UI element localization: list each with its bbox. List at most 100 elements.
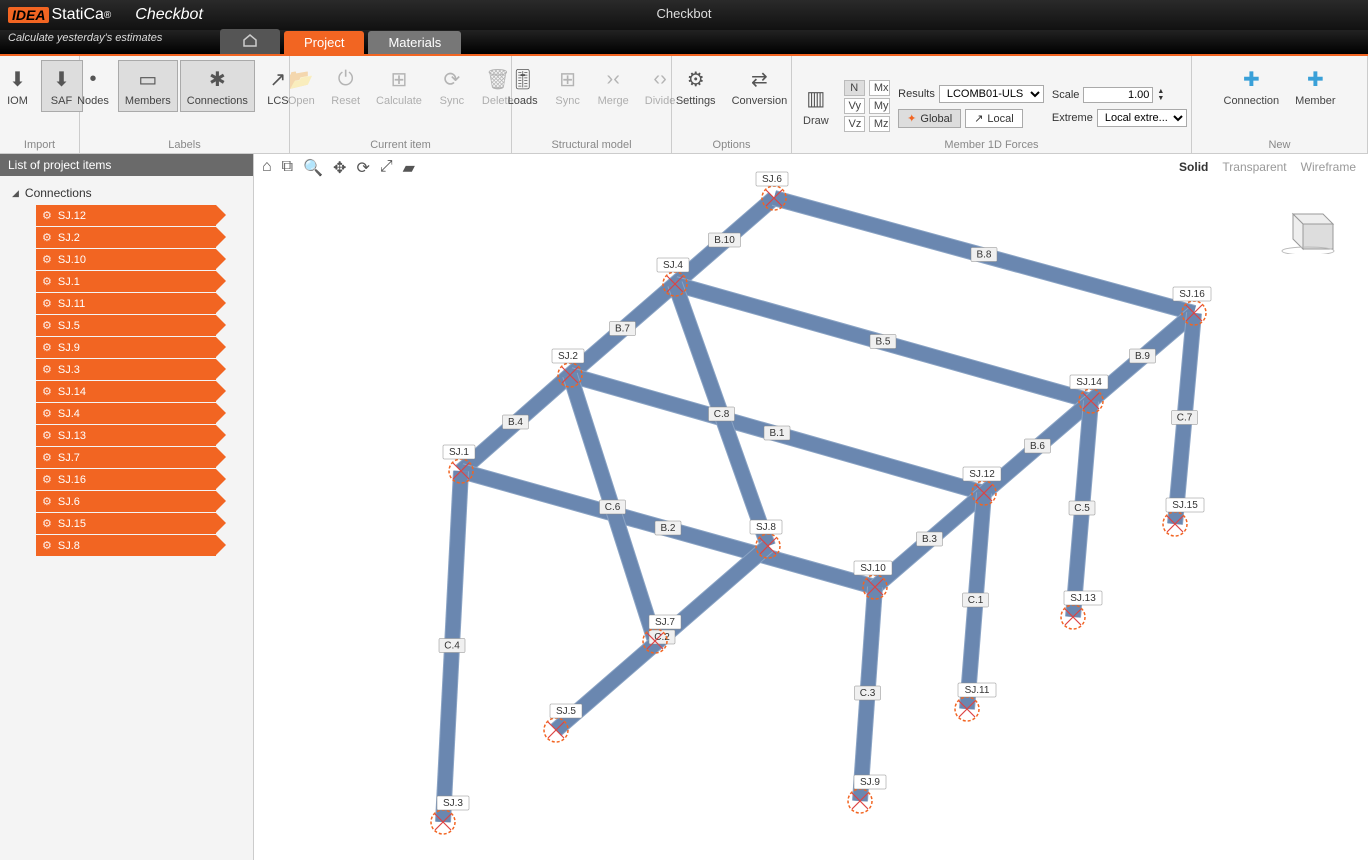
scale-down[interactable]: ▼ <box>1157 95 1164 102</box>
svg-text:B.3: B.3 <box>922 534 937 545</box>
axes-icon: ↗ <box>974 112 983 125</box>
local-toggle[interactable]: ↗Local <box>965 109 1023 128</box>
sidebar-title: List of project items <box>0 154 253 176</box>
gear-icon: ⚙ <box>42 319 52 332</box>
connection-item[interactable]: ⚙SJ.9 <box>36 337 216 358</box>
connection-item[interactable]: ⚙SJ.1 <box>36 271 216 292</box>
home-icon <box>242 33 258 47</box>
connection-item[interactable]: ⚙SJ.12 <box>36 205 216 226</box>
node-icon: • <box>79 65 107 93</box>
connection-item[interactable]: ⚙SJ.16 <box>36 469 216 490</box>
pan-icon[interactable]: ✥ <box>333 158 346 178</box>
gear-icon: ⚙ <box>42 253 52 266</box>
connection-item[interactable]: ⚙SJ.11 <box>36 293 216 314</box>
connection-item[interactable]: ⚙SJ.4 <box>36 403 216 424</box>
tagline: Calculate yesterday's estimates <box>8 32 162 44</box>
scale-input[interactable] <box>1083 87 1153 103</box>
gear-icon: ⚙ <box>42 341 52 354</box>
calculate-button: ⊞Calculate <box>369 60 429 112</box>
svg-text:SJ.6: SJ.6 <box>762 174 782 185</box>
gear-icon: ⚙ <box>42 429 52 442</box>
mode-wireframe[interactable]: Wireframe <box>1301 160 1356 174</box>
connection-item[interactable]: ⚙SJ.10 <box>36 249 216 270</box>
settings-button[interactable]: ⚙Settings <box>669 60 723 112</box>
results-label: Results <box>898 88 935 100</box>
nodes-button[interactable]: •Nodes <box>70 60 116 112</box>
svg-text:C.4: C.4 <box>444 641 460 652</box>
viewport-3d[interactable]: ⌂ ⧉ 🔍 ✥ ⟳ ⤢ ▰ Solid Transparent Wirefram… <box>254 154 1368 860</box>
conversion-button[interactable]: ⇄Conversion <box>725 60 795 112</box>
connection-item[interactable]: ⚙SJ.6 <box>36 491 216 512</box>
connection-item[interactable]: ⚙SJ.13 <box>36 425 216 446</box>
connection-item[interactable]: ⚙SJ.2 <box>36 227 216 248</box>
draw-button[interactable]: ▥Draw <box>796 80 835 132</box>
svg-text:C.6: C.6 <box>605 502 621 513</box>
reset-button: ⏻Reset <box>324 60 367 112</box>
svg-text:B.5: B.5 <box>875 337 890 348</box>
force-my[interactable]: My <box>869 98 890 114</box>
new-connection-button[interactable]: ✚Connection <box>1217 60 1287 112</box>
home-view-icon[interactable]: ⌂ <box>262 158 272 178</box>
svg-text:C.8: C.8 <box>714 409 730 420</box>
connection-item[interactable]: ⚙SJ.15 <box>36 513 216 534</box>
view-cube[interactable] <box>1278 204 1338 254</box>
sync-item-button: ⟳Sync <box>431 60 473 112</box>
connection-item[interactable]: ⚙SJ.3 <box>36 359 216 380</box>
svg-text:SJ.9: SJ.9 <box>860 777 880 788</box>
connection-item[interactable]: ⚙SJ.14 <box>36 381 216 402</box>
connection-item[interactable]: ⚙SJ.8 <box>36 535 216 556</box>
tab-home[interactable] <box>220 29 280 54</box>
tree-connections[interactable]: Connections <box>4 182 249 204</box>
svg-text:SJ.3: SJ.3 <box>443 798 463 809</box>
force-mx[interactable]: Mx <box>869 80 890 96</box>
svg-text:SJ.10: SJ.10 <box>860 563 886 574</box>
connections-button[interactable]: ✱Connections <box>180 60 255 112</box>
force-vy[interactable]: Vy <box>844 98 865 114</box>
svg-text:C.5: C.5 <box>1074 503 1090 514</box>
sidebar: List of project items Connections ⚙SJ.12… <box>0 154 254 860</box>
open-button: 📂Open <box>280 60 322 112</box>
global-toggle[interactable]: ✦Global <box>898 109 961 128</box>
member-plus-icon: ✚ <box>1301 65 1329 93</box>
gear-icon: ⚙ <box>42 451 52 464</box>
mode-transparent[interactable]: Transparent <box>1222 160 1286 174</box>
calc-icon: ⊞ <box>385 65 413 93</box>
new-member-button[interactable]: ✚Member <box>1288 60 1342 112</box>
svg-text:B.9: B.9 <box>1135 351 1150 362</box>
connection-plus-icon: ✚ <box>1237 65 1265 93</box>
svg-text:B.10: B.10 <box>714 235 735 246</box>
axes-icon: ✦ <box>907 112 916 125</box>
loads-button[interactable]: 🎚Loads <box>501 60 545 112</box>
sliders-icon: 🎚 <box>509 65 537 93</box>
svg-text:C.3: C.3 <box>860 688 876 699</box>
rotate-icon[interactable]: ⟳ <box>356 158 369 178</box>
zoom-window-icon[interactable]: ⧉ <box>282 158 293 178</box>
extreme-select[interactable]: Local extre... <box>1097 109 1187 127</box>
logo-statica: StatiCa <box>51 6 103 24</box>
force-mz[interactable]: Mz <box>869 116 890 132</box>
force-n[interactable]: N <box>844 80 865 96</box>
results-select[interactable]: LCOMB01-ULS <box>939 85 1044 103</box>
mode-solid[interactable]: Solid <box>1179 160 1208 174</box>
zoom-icon[interactable]: 🔍 <box>303 158 323 178</box>
perspective-icon[interactable]: ▰ <box>403 158 415 178</box>
scale-up[interactable]: ▲ <box>1157 88 1164 95</box>
force-vz[interactable]: Vz <box>844 116 865 132</box>
connection-item[interactable]: ⚙SJ.7 <box>36 447 216 468</box>
import-iom-button[interactable]: ⬇IOM <box>0 60 39 112</box>
gear-icon: ⚙ <box>42 363 52 376</box>
connection-item[interactable]: ⚙SJ.5 <box>36 315 216 336</box>
tab-project[interactable]: Project <box>284 31 364 54</box>
svg-text:SJ.12: SJ.12 <box>969 469 995 480</box>
tab-materials[interactable]: Materials <box>368 31 461 54</box>
group-labels-label: Labels <box>80 139 289 151</box>
logo-reg: ® <box>104 10 111 21</box>
members-button[interactable]: ▭Members <box>118 60 178 112</box>
merge-button: ›‹Merge <box>591 60 636 112</box>
svg-text:SJ.1: SJ.1 <box>449 447 469 458</box>
svg-text:SJ.8: SJ.8 <box>756 522 776 533</box>
convert-icon: ⇄ <box>745 65 773 93</box>
draw-icon: ▥ <box>802 85 830 113</box>
extent-icon[interactable]: ⤢ <box>380 158 393 178</box>
gear-icon: ⚙ <box>42 473 52 486</box>
